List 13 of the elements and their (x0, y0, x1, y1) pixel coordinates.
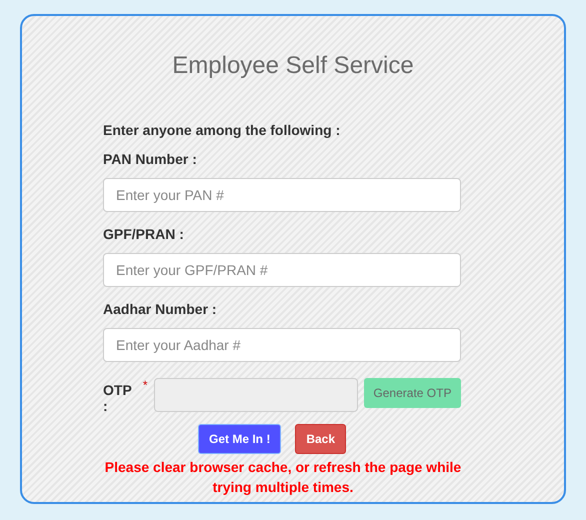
input-field[interactable]: Enter your GPF/PRAN # (103, 253, 461, 287)
page-title: Employee Self Service (171, 52, 415, 80)
action-button[interactable]: Get Me In ! (198, 424, 282, 454)
otp-label: OTP : (103, 382, 133, 414)
field-label: Aadhar Number : (103, 301, 218, 317)
field-label: PAN Number : (103, 151, 198, 167)
instruction-text: Enter anyone among the following : (103, 122, 342, 138)
action-button[interactable]: Back (295, 424, 346, 454)
required-mark: * (142, 378, 148, 392)
field-label: GPF/PRAN : (103, 226, 185, 242)
input-field[interactable]: Enter your PAN # (103, 178, 461, 212)
notice-text: Please clear browser cache, or refresh the page while trying multiple times. (104, 458, 462, 497)
input-field[interactable]: Enter your Aadhar # (103, 328, 461, 362)
